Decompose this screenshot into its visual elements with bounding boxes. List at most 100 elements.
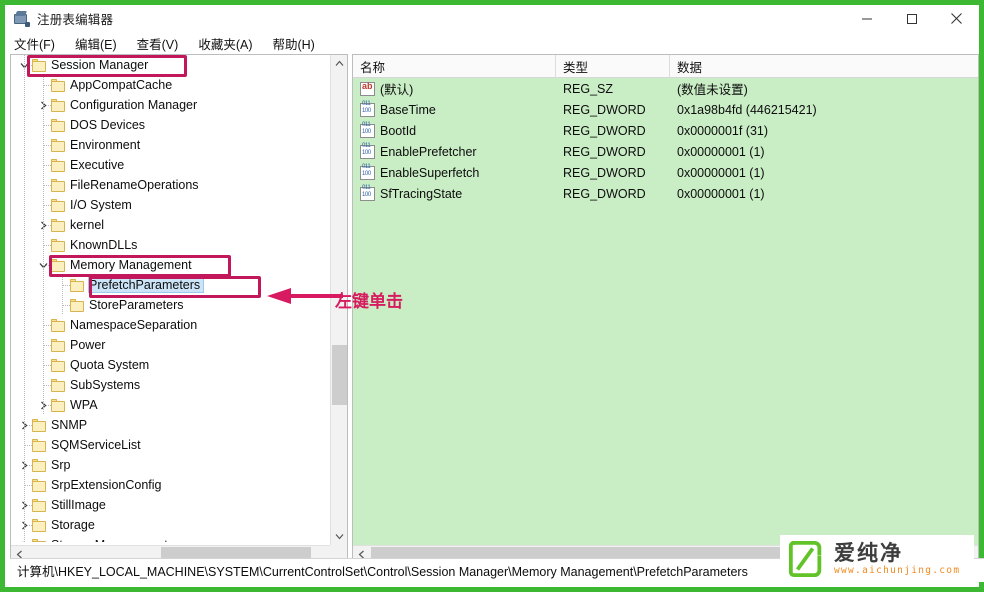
- tree-item[interactable]: KnownDLLs: [11, 235, 331, 255]
- folder-icon: [70, 278, 85, 292]
- tree-item[interactable]: DOS Devices: [11, 115, 331, 135]
- column-name[interactable]: 名称: [353, 55, 556, 78]
- tree-item-label: Srp: [51, 458, 71, 472]
- tree-item-label: AppCompatCache: [70, 78, 173, 92]
- tree-item[interactable]: Quota System: [11, 355, 331, 375]
- value-row[interactable]: EnablePrefetcher REG_DWORD 0x00000001 (1): [353, 141, 978, 162]
- tree-item[interactable]: WPA: [11, 395, 331, 415]
- scroll-down-icon[interactable]: [331, 528, 347, 545]
- value-name-cell: BaseTime: [353, 99, 556, 120]
- tree-item[interactable]: Executive: [11, 155, 331, 175]
- tree-item[interactable]: StoreParameters: [11, 295, 331, 315]
- column-type[interactable]: 类型: [556, 55, 670, 78]
- menu-help[interactable]: 帮助(H): [272, 34, 314, 53]
- tree-item[interactable]: StorageManagement: [11, 535, 331, 542]
- tree-item[interactable]: SubSystems: [11, 375, 331, 395]
- tree-item[interactable]: Storage: [11, 515, 331, 535]
- tree-item-label: NamespaceSeparation: [70, 318, 198, 332]
- tree-item[interactable]: AppCompatCache: [11, 75, 331, 95]
- watermark-brand: 爱纯净: [834, 540, 903, 565]
- menu-view[interactable]: 查看(V): [137, 34, 179, 53]
- folder-icon: [51, 318, 66, 332]
- registry-editor-window: 注册表编辑器 文件(F) 编辑(E) 查看(V) 收藏夹(A) 帮助(H) Se…: [0, 0, 984, 592]
- maximize-button[interactable]: [889, 5, 934, 32]
- folder-icon: [51, 158, 66, 172]
- tree-item-label: Power: [70, 338, 106, 352]
- folder-icon: [32, 498, 47, 512]
- value-row[interactable]: (默认) REG_SZ (数值未设置): [353, 78, 978, 99]
- folder-icon: [32, 58, 47, 72]
- dword-value-icon: [360, 101, 375, 117]
- values-column-header: 名称 类型 数据: [353, 55, 978, 78]
- tree-item-label: SrpExtensionConfig: [51, 478, 162, 492]
- tree-item[interactable]: Srp: [11, 455, 331, 475]
- tree-item[interactable]: FileRenameOperations: [11, 175, 331, 195]
- scroll-up-icon[interactable]: [331, 55, 347, 72]
- tree-item-label: KnownDLLs: [70, 238, 138, 252]
- menu-edit[interactable]: 编辑(E): [75, 34, 117, 53]
- dword-value-icon: [360, 122, 375, 138]
- value-name-cell: SfTracingState: [353, 183, 556, 204]
- aichunjing-logo-icon: [788, 540, 822, 577]
- tree-item-label: FileRenameOperations: [70, 178, 199, 192]
- tree-scroll-thumb[interactable]: [332, 345, 347, 405]
- value-type: REG_DWORD: [563, 123, 646, 138]
- tree-item-label: StillImage: [51, 498, 106, 512]
- tree-item[interactable]: StillImage: [11, 495, 331, 515]
- tree-item-label: Environment: [70, 138, 141, 152]
- value-data: 0x00000001 (1): [677, 144, 765, 159]
- tree-guide-line: [24, 75, 25, 95]
- folder-icon: [51, 78, 66, 92]
- folder-icon: [51, 138, 66, 152]
- tree-guide-line: [24, 295, 25, 315]
- registry-values-pane[interactable]: 名称 类型 数据 (默认) REG_SZ (数值未设置) BaseTime REG_DW…: [352, 54, 979, 563]
- registry-tree[interactable]: Session Manager AppCompatCache Configurati…: [11, 55, 331, 542]
- value-row[interactable]: EnableSuperfetch REG_DWORD 0x00000001 (1): [353, 162, 978, 183]
- tree-item[interactable]: I/O System: [11, 195, 331, 215]
- tree-item[interactable]: kernel: [11, 215, 331, 235]
- menu-bar: 文件(F) 编辑(E) 查看(V) 收藏夹(A) 帮助(H): [5, 32, 979, 54]
- value-type: REG_DWORD: [563, 144, 646, 159]
- tree-guide-line: [24, 215, 25, 235]
- value-row[interactable]: BaseTime REG_DWORD 0x1a98b4fd (446215421): [353, 99, 978, 120]
- tree-item-label: SQMServiceList: [51, 438, 141, 452]
- folder-icon: [51, 398, 66, 412]
- tree-item[interactable]: Configuration Manager: [11, 95, 331, 115]
- folder-icon: [70, 298, 85, 312]
- value-row[interactable]: SfTracingState REG_DWORD 0x00000001 (1): [353, 183, 978, 204]
- window-controls: [844, 5, 979, 32]
- tree-guide-line: [24, 335, 25, 355]
- folder-icon: [51, 378, 66, 392]
- value-data: (数值未设置): [677, 83, 748, 97]
- tree-item[interactable]: PrefetchParameters: [11, 275, 331, 295]
- tree-item[interactable]: SNMP: [11, 415, 331, 435]
- tree-guide-line: [24, 175, 25, 195]
- tree-item-label: Quota System: [70, 358, 150, 372]
- tree-item[interactable]: SQMServiceList: [11, 435, 331, 455]
- registry-path: 计算机\HKEY_LOCAL_MACHINE\SYSTEM\CurrentCon…: [17, 565, 748, 579]
- values-list[interactable]: (默认) REG_SZ (数值未设置) BaseTime REG_DWORD 0x1a98…: [353, 78, 978, 204]
- close-button[interactable]: [934, 5, 979, 32]
- tree-item[interactable]: Environment: [11, 135, 331, 155]
- tree-item-label: PrefetchParameters: [87, 277, 205, 293]
- value-name: (默认): [380, 83, 414, 97]
- folder-icon: [32, 418, 47, 432]
- value-name-cell: EnablePrefetcher: [353, 141, 556, 162]
- tree-item[interactable]: Memory Management: [11, 255, 331, 275]
- menu-favorites[interactable]: 收藏夹(A): [198, 34, 252, 53]
- value-type: REG_DWORD: [563, 102, 646, 117]
- tree-item[interactable]: SrpExtensionConfig: [11, 475, 331, 495]
- folder-icon: [51, 258, 66, 272]
- menu-file[interactable]: 文件(F): [14, 34, 55, 53]
- tree-item[interactable]: NamespaceSeparation: [11, 315, 331, 335]
- tree-item[interactable]: Power: [11, 335, 331, 355]
- value-row[interactable]: BootId REG_DWORD 0x0000001f (31): [353, 120, 978, 141]
- minimize-button[interactable]: [844, 5, 889, 32]
- value-type: REG_DWORD: [563, 165, 646, 180]
- tree-item[interactable]: Session Manager: [11, 55, 331, 75]
- registry-tree-pane[interactable]: Session Manager AppCompatCache Configurati…: [10, 54, 348, 563]
- folder-icon: [51, 338, 66, 352]
- folder-icon: [32, 458, 47, 472]
- value-type: REG_SZ: [563, 81, 614, 96]
- column-data[interactable]: 数据: [670, 55, 963, 78]
